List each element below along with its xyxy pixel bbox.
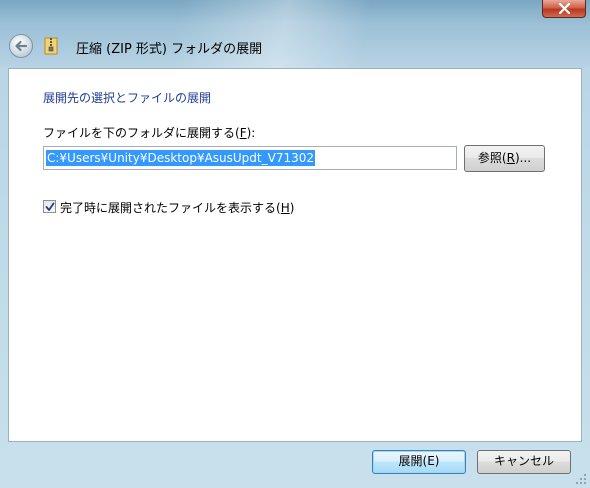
show-files-checkbox[interactable]	[43, 200, 56, 213]
title-bar	[0, 0, 590, 68]
destination-label: ファイルを下のフォルダに展開する(F):	[43, 126, 256, 140]
extract-wizard-window: 圧縮 (ZIP 形式) フォルダの展開 展開先の選択とファイルの展開 ファイルを…	[0, 0, 590, 488]
back-button[interactable]	[9, 34, 33, 58]
browse-button[interactable]: 参照(R)...	[464, 145, 545, 172]
destination-path-value: C:¥Users¥Unity¥Desktop¥AsusUpdt_V71302	[46, 150, 316, 166]
show-files-label[interactable]: 完了時に展開されたファイルを表示する(H)	[60, 199, 294, 216]
close-button[interactable]	[542, 0, 586, 18]
window-title: 圧縮 (ZIP 形式) フォルダの展開	[76, 42, 263, 57]
zip-folder-icon	[44, 37, 58, 55]
close-icon	[558, 3, 571, 14]
destination-path-input[interactable]: C:¥Users¥Unity¥Desktop¥AsusUpdt_V71302	[43, 146, 457, 170]
section-heading: 展開先の選択とファイルの展開	[43, 91, 212, 105]
back-arrow-icon	[15, 40, 28, 52]
cancel-button[interactable]: キャンセル	[477, 450, 571, 474]
resize-grip-icon[interactable]	[575, 473, 587, 485]
checkmark-icon	[45, 202, 55, 211]
extract-button[interactable]: 展開(E)	[372, 450, 466, 474]
content-panel: 展開先の選択とファイルの展開 ファイルを下のフォルダに展開する(F): C:¥U…	[8, 68, 582, 442]
